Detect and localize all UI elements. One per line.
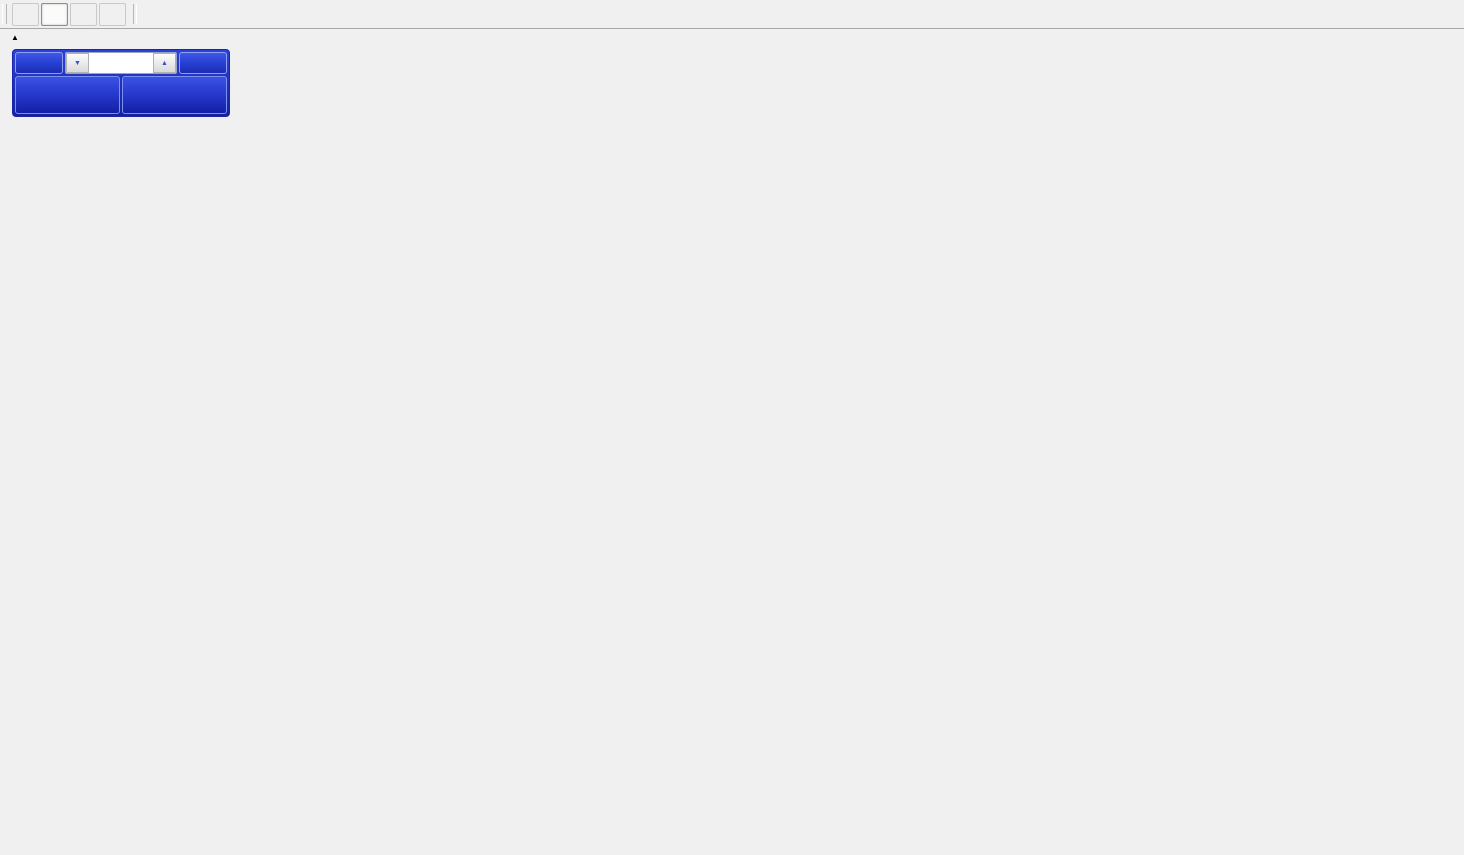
buy-price-button[interactable]: [122, 76, 227, 114]
chart-title: ▲: [11, 34, 31, 42]
volume-spinner: ▼ ▲: [65, 52, 177, 74]
timeframe-toolbar: [0, 0, 1464, 29]
volume-input[interactable]: [89, 53, 153, 73]
sell-price-button[interactable]: [15, 76, 120, 114]
time-axis[interactable]: [7, 801, 1424, 829]
timeframe-button-h4[interactable]: [12, 3, 39, 26]
buy-button[interactable]: [179, 52, 227, 74]
symbol-marker-icon: ▲: [11, 34, 19, 42]
timeframe-button-d1[interactable]: [41, 3, 68, 26]
one-click-trade-panel: ▼ ▲: [12, 49, 230, 117]
volume-decrease-button[interactable]: ▼: [66, 53, 89, 73]
toolbar-grip[interactable]: [2, 4, 7, 24]
volume-increase-button[interactable]: ▲: [153, 53, 176, 73]
chart-plot-area[interactable]: [7, 32, 1424, 776]
toolbar-separator: [133, 4, 137, 24]
timeframe-button-w1[interactable]: [70, 3, 97, 26]
timeframe-button-mn[interactable]: [99, 3, 126, 26]
trading-platform-window: ▲ ▼ ▲: [0, 0, 1464, 855]
sell-button[interactable]: [15, 52, 63, 74]
price-axis[interactable]: [1424, 32, 1464, 800]
